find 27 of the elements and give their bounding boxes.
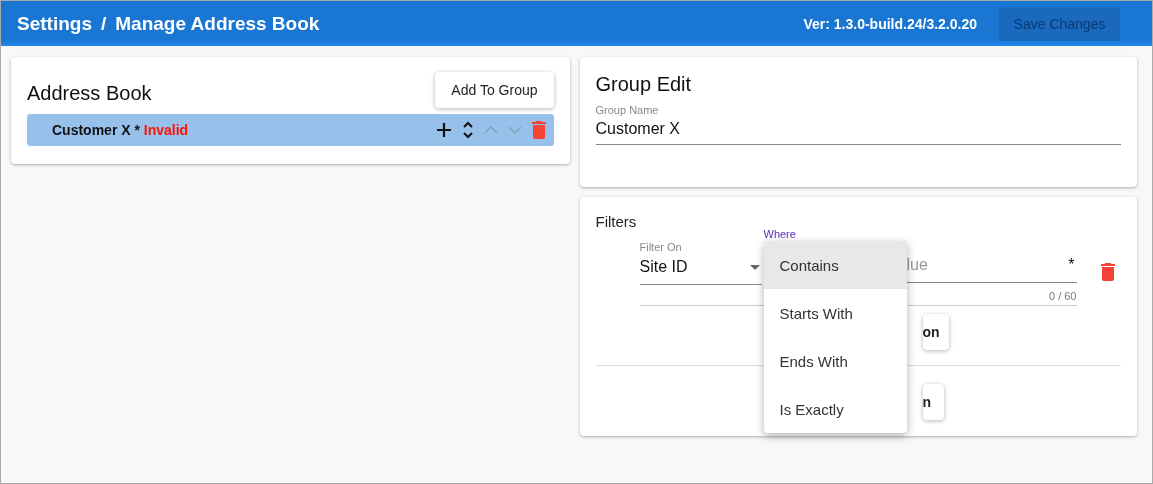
character-counter: 0 / 60 xyxy=(1048,290,1077,302)
dropdown-arrow-icon xyxy=(749,264,760,270)
menu-item[interactable]: Ends With xyxy=(763,337,907,385)
add-to-group-button[interactable]: Add To Group xyxy=(435,72,554,108)
menu-item[interactable]: Is Exactly xyxy=(763,385,907,433)
field-label: Group Name xyxy=(595,104,660,116)
add-icon[interactable] xyxy=(435,122,452,138)
where-label: Where xyxy=(763,228,797,242)
field-label: Filter On xyxy=(639,241,683,253)
version-text: Ver: 1.3.0-build.24/3.2.0.20 xyxy=(803,15,977,32)
menu-item[interactable]: Starts With xyxy=(763,289,907,337)
partial-button[interactable]: on xyxy=(922,314,949,350)
group-name: Customer X * Invalid xyxy=(52,122,190,138)
expand-collapse-icon[interactable] xyxy=(461,120,474,140)
filter-on-select[interactable]: Filter On Site ID xyxy=(639,239,762,285)
delete-icon[interactable] xyxy=(531,121,546,139)
breadcrumb-item: Manage Address Book xyxy=(115,12,320,35)
section-title: Filters xyxy=(595,213,637,230)
breadcrumb-item[interactable]: Settings xyxy=(17,12,92,35)
card-title: Address Book xyxy=(27,81,152,105)
breadcrumb-separator: / xyxy=(100,12,107,35)
menu-item[interactable]: Contains xyxy=(763,241,907,289)
delete-icon[interactable] xyxy=(1100,263,1115,281)
card-title: Group Edit xyxy=(595,73,693,96)
partial-button[interactable]: n xyxy=(922,384,944,420)
group-name-field[interactable]: Group Name Customer X xyxy=(595,104,1121,145)
group-row[interactable]: Customer X * Invalid xyxy=(27,114,554,146)
